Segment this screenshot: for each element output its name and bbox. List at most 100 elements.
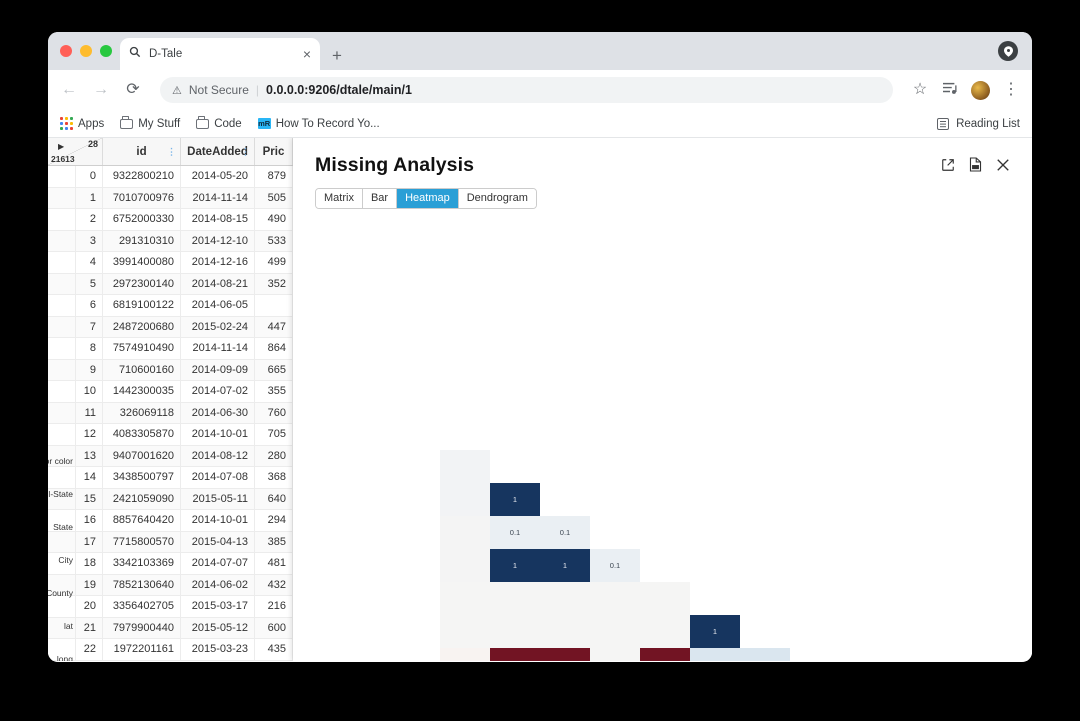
heatmap-cell[interactable] bbox=[640, 615, 690, 648]
cell-price[interactable]: 499 bbox=[255, 252, 293, 273]
cell-id[interactable]: 291310310 bbox=[103, 231, 181, 252]
cell-dateadded[interactable]: 2014-08-12 bbox=[181, 446, 255, 467]
heatmap-cell[interactable]: 1 bbox=[690, 615, 740, 648]
heatmap-cell[interactable] bbox=[440, 450, 490, 483]
cell-dateadded[interactable]: 2014-06-30 bbox=[181, 403, 255, 424]
column-menu-icon[interactable]: ⋮ bbox=[167, 150, 176, 153]
row-select-cell[interactable] bbox=[48, 467, 76, 488]
reload-icon[interactable]: ⟳ bbox=[124, 82, 142, 98]
cell-id[interactable]: 7715800570 bbox=[103, 532, 181, 553]
bookmark-how-to-record[interactable]: mR How To Record Yo... bbox=[258, 118, 380, 130]
cell-price[interactable]: 705 bbox=[255, 424, 293, 445]
cell-price[interactable]: 385 bbox=[255, 532, 293, 553]
cell-id[interactable]: 6819100122 bbox=[103, 295, 181, 316]
table-row[interactable]: 1394070016202014-08-12280 bbox=[48, 446, 293, 468]
row-select-cell[interactable] bbox=[48, 166, 76, 187]
cell-price[interactable]: 665 bbox=[255, 360, 293, 381]
cell-dateadded[interactable]: 2014-10-01 bbox=[181, 510, 255, 531]
cell-dateadded[interactable]: 2015-05-12 bbox=[181, 618, 255, 639]
close-window-button[interactable] bbox=[60, 45, 72, 57]
media-list-icon[interactable] bbox=[941, 81, 959, 99]
table-row[interactable]: 1240833058702014-10-01705 bbox=[48, 424, 293, 446]
export-icon[interactable] bbox=[969, 157, 982, 172]
cell-price[interactable]: 490 bbox=[255, 209, 293, 230]
table-row[interactable]: 1777158005702015-04-13385 bbox=[48, 532, 293, 554]
row-select-cell[interactable] bbox=[48, 596, 76, 617]
table-row[interactable]: 529723001402014-08-21352 bbox=[48, 274, 293, 296]
cell-price[interactable]: 432 bbox=[255, 575, 293, 596]
table-row[interactable]: 439914000802014-12-16499 bbox=[48, 252, 293, 274]
forward-icon[interactable]: → bbox=[92, 82, 110, 98]
heatmap-cell[interactable]: >-1 bbox=[490, 648, 540, 661]
browser-menu-icon[interactable]: ⋮ bbox=[1002, 82, 1020, 98]
cell-id[interactable]: 3991400080 bbox=[103, 252, 181, 273]
cell-dateadded[interactable]: 2014-12-16 bbox=[181, 252, 255, 273]
cell-id[interactable]: 3278600670 bbox=[103, 661, 181, 662]
row-select-cell[interactable] bbox=[48, 424, 76, 445]
heatmap-cell[interactable] bbox=[440, 549, 490, 582]
cell-dateadded[interactable]: 2014-10-01 bbox=[181, 424, 255, 445]
cell-dateadded[interactable]: 2014-09-09 bbox=[181, 360, 255, 381]
cell-id[interactable]: 2421059090 bbox=[103, 489, 181, 510]
cell-price[interactable]: 640 bbox=[255, 489, 293, 510]
table-row[interactable]: 97106001602014-09-09665 bbox=[48, 360, 293, 382]
cell-dateadded[interactable]: 2014-11-14 bbox=[181, 338, 255, 359]
cell-id[interactable]: 1442300035 bbox=[103, 381, 181, 402]
heatmap-cell[interactable] bbox=[440, 582, 490, 615]
heatmap-cell[interactable] bbox=[440, 648, 490, 661]
table-row[interactable]: 1978521306402014-06-02432 bbox=[48, 575, 293, 597]
table-row[interactable]: 668191001222014-06-05 bbox=[48, 295, 293, 317]
table-row[interactable]: 2332786006702014-05-23235 bbox=[48, 661, 293, 662]
maximize-window-button[interactable] bbox=[100, 45, 112, 57]
cell-id[interactable]: 3342103369 bbox=[103, 553, 181, 574]
table-row[interactable]: 1434385007972014-07-08368 bbox=[48, 467, 293, 489]
cell-dateadded[interactable]: 2015-04-13 bbox=[181, 532, 255, 553]
cell-price[interactable]: 235 bbox=[255, 661, 293, 662]
heatmap-cell[interactable]: 0.1 bbox=[540, 516, 590, 549]
heatmap-cell[interactable] bbox=[540, 615, 590, 648]
cell-dateadded[interactable]: 2014-07-07 bbox=[181, 553, 255, 574]
heatmap-cell[interactable]: 1 bbox=[540, 549, 590, 582]
cell-price[interactable]: 435 bbox=[255, 639, 293, 660]
table-row[interactable]: 1524210590902015-05-11640 bbox=[48, 489, 293, 511]
bookmark-apps[interactable]: Apps bbox=[60, 117, 104, 130]
heatmap-cell[interactable]: 1 bbox=[490, 483, 540, 516]
bookmark-my-stuff[interactable]: My Stuff bbox=[120, 118, 180, 130]
table-row[interactable]: 093228002102014-05-20879 bbox=[48, 166, 293, 188]
row-select-cell[interactable] bbox=[48, 295, 76, 316]
cell-id[interactable]: 4083305870 bbox=[103, 424, 181, 445]
row-select-cell[interactable] bbox=[48, 317, 76, 338]
cell-id[interactable]: 710600160 bbox=[103, 360, 181, 381]
heatmap-cell[interactable]: >-1 bbox=[540, 648, 590, 661]
cell-price[interactable]: 879 bbox=[255, 166, 293, 187]
reading-list-button[interactable]: Reading List bbox=[937, 118, 1020, 130]
cell-price[interactable]: 760 bbox=[255, 403, 293, 424]
cell-dateadded[interactable]: 2014-05-20 bbox=[181, 166, 255, 187]
cell-id[interactable]: 7010700976 bbox=[103, 188, 181, 209]
cell-id[interactable]: 9322800210 bbox=[103, 166, 181, 187]
cell-price[interactable]: 280 bbox=[255, 446, 293, 467]
table-row[interactable]: 170107009762014-11-14505 bbox=[48, 188, 293, 210]
table-row[interactable]: 2219722011612015-03-23435 bbox=[48, 639, 293, 661]
heatmap-cell[interactable] bbox=[490, 615, 540, 648]
heatmap-cell[interactable]: >-1 bbox=[640, 648, 690, 661]
column-menu-icon[interactable]: ⋮ bbox=[241, 150, 250, 153]
row-select-cell[interactable] bbox=[48, 532, 76, 553]
cell-price[interactable]: 533 bbox=[255, 231, 293, 252]
table-row[interactable]: 2033564027052015-03-17216 bbox=[48, 596, 293, 618]
table-row[interactable]: 1688576404202014-10-01294 bbox=[48, 510, 293, 532]
cell-price[interactable]: 600 bbox=[255, 618, 293, 639]
cell-dateadded[interactable]: 2015-03-23 bbox=[181, 639, 255, 660]
tab-close-icon[interactable]: × bbox=[303, 47, 311, 61]
table-row[interactable]: 2179799004402015-05-12600 bbox=[48, 618, 293, 640]
browser-tab[interactable]: D-Tale × bbox=[120, 38, 320, 70]
heatmap-cell[interactable] bbox=[490, 582, 540, 615]
column-header-dateadded[interactable]: DateAdded ⋮ bbox=[181, 138, 255, 165]
cell-dateadded[interactable]: 2014-06-02 bbox=[181, 575, 255, 596]
cell-dateadded[interactable]: 2014-08-21 bbox=[181, 274, 255, 295]
bookmark-code[interactable]: Code bbox=[196, 118, 242, 130]
popout-icon[interactable] bbox=[941, 158, 955, 172]
cell-dateadded[interactable]: 2015-02-24 bbox=[181, 317, 255, 338]
address-bar[interactable]: ⚠ Not Secure | 0.0.0.0:9206/dtale/main/1 bbox=[160, 77, 893, 103]
cell-price[interactable]: 352 bbox=[255, 274, 293, 295]
